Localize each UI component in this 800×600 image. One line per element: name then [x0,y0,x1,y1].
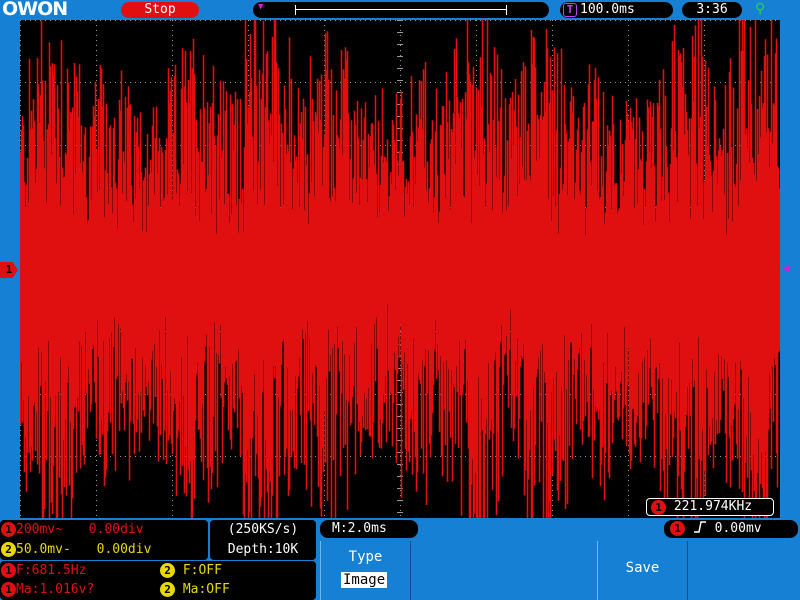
ch1-info-row[interactable]: 1 200mv~ 0.00div [1,521,144,539]
ch1-badge: 1 [651,500,666,515]
type-softkey[interactable]: Type Image [320,541,411,600]
main-timebase-readout: M:2.0ms [320,520,418,538]
frequency-value: 221.974KHz [673,499,753,514]
ch1-trace [20,20,780,518]
timebase-icon: T [563,3,577,17]
rising-edge-icon [693,521,715,536]
save-softkey-label: Save [625,560,660,576]
ch2-frequency-measure: F:OFF [182,563,222,578]
ch2-info-row[interactable]: 2 50.0mv- 0.00div [1,541,151,559]
ch2-badge: 2 [160,563,175,578]
brand-logo: OWON [2,0,68,20]
save-softkey[interactable]: Save [597,541,688,600]
sample-rate: (250KS/s) [227,522,299,537]
type-softkey-value: Image [341,572,388,588]
trigger-info[interactable]: 1 0.00mv [664,520,798,538]
ch1-badge: 1 [1,582,16,597]
acquisition-info-panel: (250KS/s) Depth:10K [210,520,316,560]
ch1-position-marker[interactable]: 1 [0,262,18,278]
channel-info-panel: 1 200mv~ 0.00div 2 50.0mv- 0.00div [0,520,208,560]
trigger-source-badge: 1 [670,521,685,536]
top-bar: OWON Stop ▼ T 100.0ms 3:36 ⚲ [0,0,800,20]
ch2-offset: 0.00div [96,542,152,557]
ch2-scale: 50.0mv- [16,542,71,557]
run-state-indicator[interactable]: Stop [121,2,199,18]
ch1-amplitude-measure: Ma:1.016v? [16,582,95,597]
ch2-badge: 2 [160,582,175,597]
ch1-frequency-measure: F:681.5Hz [16,563,87,578]
timebase-value: 100.0ms [580,2,635,17]
timebase-readout[interactable]: T 100.0ms [560,2,673,18]
trigger-position-marker-icon: ▼ [258,2,264,12]
measurement-panel: 1 F:681.5Hz 2 F:OFF 1 Ma:1.016v? 2 Ma:OFF [0,561,316,600]
waveform-display [20,20,780,518]
ch1-badge: 1 [1,522,16,537]
memory-depth: Depth:10K [227,542,299,557]
trigger-level: 0.00mv [714,521,762,536]
trigger-position-bar: ▼ [253,2,549,18]
ch2-amplitude-measure: Ma:OFF [182,582,230,597]
frequency-counter: 1 221.974KHz [646,498,774,516]
ch2-badge: 2 [1,542,16,557]
ch1-trace-path [20,20,780,518]
type-softkey-label: Type [348,549,383,565]
waveform-canvas [20,20,780,518]
usb-icon: ⚲ [755,1,766,17]
clock: 3:36 [682,2,742,18]
ch1-scale: 200mv~ [16,522,63,537]
ch1-offset: 0.00div [88,522,144,537]
ch1-badge: 1 [1,563,16,578]
trigger-level-marker-icon[interactable]: ◀ [782,262,796,276]
